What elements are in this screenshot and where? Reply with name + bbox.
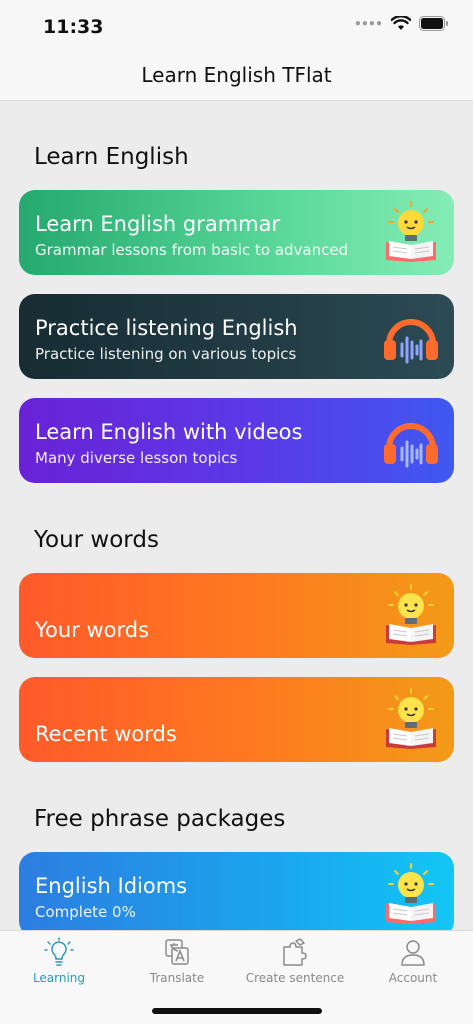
main-content[interactable]: Learn English Learn English grammar Gram… xyxy=(0,101,473,930)
tab-label: Translate xyxy=(149,971,205,985)
card-title: Learn English with videos xyxy=(35,420,303,444)
lightbulb-book-icon xyxy=(386,201,436,262)
card-your-words[interactable]: Your words xyxy=(19,573,454,658)
lightbulb-book-icon xyxy=(386,688,436,749)
card-recent-words[interactable]: Recent words xyxy=(19,677,454,762)
tab-translate[interactable]: Translate xyxy=(118,931,236,993)
status-time: 11:33 xyxy=(43,16,104,38)
headphones-icon xyxy=(384,423,438,468)
home-indicator xyxy=(152,1008,322,1014)
section-title-phrases: Free phrase packages xyxy=(34,806,286,832)
card-title: Practice listening English xyxy=(35,316,298,340)
lightbulb-icon xyxy=(44,937,74,966)
status-icons: ●●●● xyxy=(355,16,449,31)
card-title: Learn English grammar xyxy=(35,212,281,236)
card-title: Your words xyxy=(35,618,150,642)
wifi-icon xyxy=(391,16,411,30)
tab-label: Create sentence xyxy=(245,971,345,985)
card-grammar[interactable]: Learn English grammar Grammar lessons fr… xyxy=(19,190,454,275)
tab-label: Learning xyxy=(32,971,86,985)
section-title-words: Your words xyxy=(34,527,159,553)
card-title: English Idioms xyxy=(35,874,188,898)
page-title: Learn English TFlat xyxy=(141,63,332,87)
tab-account[interactable]: Account xyxy=(354,931,472,993)
battery-icon xyxy=(419,16,448,31)
puzzle-icon xyxy=(283,938,307,966)
card-videos[interactable]: Learn English with videos Many diverse l… xyxy=(19,398,454,483)
status-bar: 11:33 ●●●● xyxy=(0,0,473,50)
tab-label: Account xyxy=(388,971,438,985)
person-icon xyxy=(401,940,425,966)
card-subtitle: Complete 0% xyxy=(35,903,136,921)
card-listening[interactable]: Practice listening English Practice list… xyxy=(19,294,454,379)
nav-bar: Learn English TFlat xyxy=(0,50,473,101)
headphones-icon xyxy=(384,319,438,364)
tab-create-sentence[interactable]: Create sentence xyxy=(236,931,354,993)
card-idioms[interactable]: English Idioms Complete 0% xyxy=(19,852,454,930)
section-title-learn: Learn English xyxy=(34,144,189,170)
tab-learning[interactable]: Learning xyxy=(0,931,118,993)
lightbulb-book-icon xyxy=(386,863,436,924)
card-subtitle: Many diverse lesson topics xyxy=(35,449,238,467)
card-title: Recent words xyxy=(35,722,177,746)
lightbulb-book-icon xyxy=(386,584,436,645)
translate-icon xyxy=(165,939,189,965)
signal-icon: ●●●● xyxy=(354,18,383,29)
card-subtitle: Practice listening on various topics xyxy=(35,345,297,363)
card-subtitle: Grammar lessons from basic to advanced xyxy=(35,241,349,259)
